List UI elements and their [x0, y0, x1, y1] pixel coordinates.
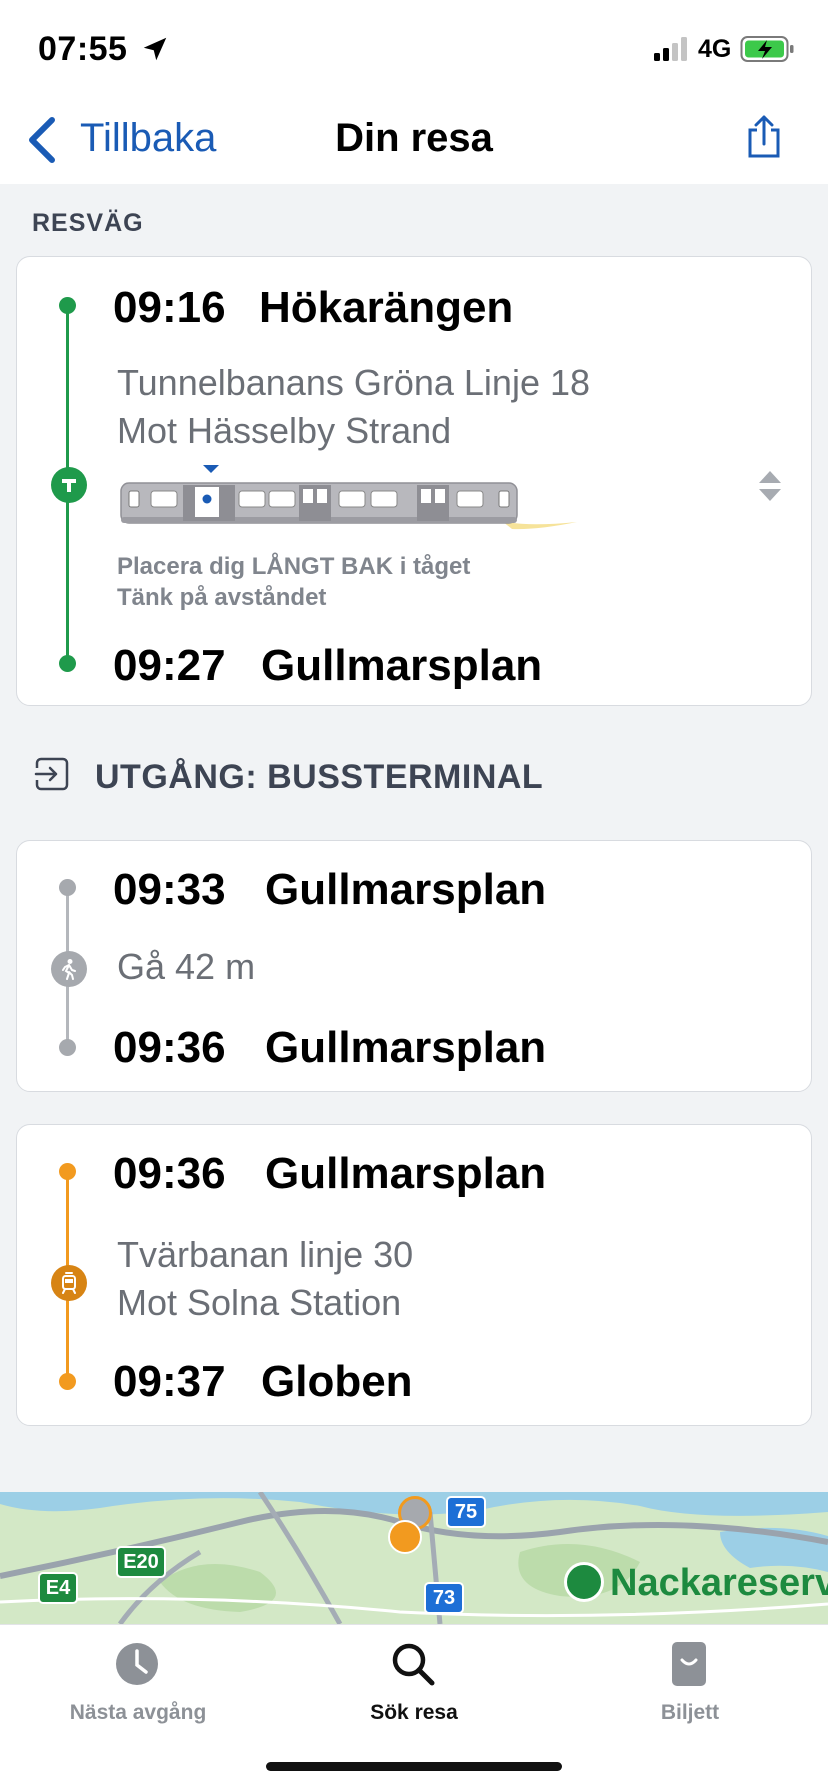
page-title: Din resa	[335, 116, 493, 160]
status-bar: 07:55 4G	[0, 0, 828, 100]
departure-dot	[59, 879, 76, 896]
arrival-station: Gullmarsplan	[261, 641, 543, 690]
map-tram-marker	[388, 1520, 422, 1554]
status-time: 07:55	[38, 30, 128, 68]
line-name: Tvärbanan linje 30	[117, 1234, 414, 1275]
share-icon[interactable]	[744, 114, 784, 160]
tab-label: Nästa avgång	[69, 1701, 207, 1724]
walk-distance: Gå 42 m	[117, 946, 256, 987]
arrival-dot	[59, 1373, 76, 1390]
expand-toggle-icon[interactable]	[757, 469, 783, 503]
arrival-time: 09:37	[113, 1357, 226, 1406]
exit-icon	[34, 757, 69, 791]
road-sign-73: 73	[424, 1582, 464, 1614]
home-indicator	[266, 1762, 562, 1771]
boarding-hint: Placera dig LÅNGT BAK i tåget	[117, 553, 471, 580]
signal-icon	[654, 37, 687, 61]
highway-sign-e4: E4	[38, 1572, 78, 1604]
departure-time: 09:33	[113, 865, 226, 914]
tab-next-departure[interactable]: Nästa avgång	[0, 1625, 276, 1735]
line-name: Tunnelbanans Gröna Linje 18	[117, 362, 591, 403]
tab-label: Sök resa	[370, 1701, 458, 1724]
search-icon	[392, 1643, 435, 1686]
leg-card-tram[interactable]: 09:36 Gullmarsplan Tvärbanan linje 30 Mo…	[16, 1124, 812, 1426]
train-position-diagram	[120, 465, 577, 530]
network-label: 4G	[698, 35, 732, 63]
map-place-label: Nackareserv	[610, 1562, 828, 1604]
departure-station: Gullmarsplan	[265, 865, 547, 914]
departure-station: Hökarängen	[259, 283, 514, 332]
leg-card-walk[interactable]: 09:33 Gullmarsplan Gå 42 m 09:36 Gullmar…	[16, 840, 812, 1092]
ticket-icon	[672, 1642, 706, 1686]
arrival-time: 09:27	[113, 641, 226, 690]
arrival-dot	[59, 1039, 76, 1056]
tree-icon	[564, 1562, 604, 1602]
location-arrow-icon	[143, 37, 167, 61]
road-sign-75: 75	[446, 1496, 486, 1528]
departure-time: 09:16	[113, 283, 226, 332]
arrival-time: 09:36	[113, 1023, 226, 1072]
arrival-dot	[59, 655, 76, 672]
departure-dot	[59, 1163, 76, 1180]
direction: Mot Hässelby Strand	[117, 410, 452, 451]
map-preview[interactable]: E20 E4 75 73 Nackareserv	[0, 1492, 828, 1624]
tab-search-trip[interactable]: Sök resa	[276, 1625, 552, 1735]
tab-label: Biljett	[660, 1701, 720, 1724]
leg-card-metro[interactable]: 09:16 Hökarängen Tunnelbanans Gröna Linj…	[16, 256, 812, 706]
clock-icon	[116, 1643, 158, 1685]
nav-bar: Tillbaka Din resa	[0, 100, 828, 184]
walk-icon	[51, 951, 87, 987]
departure-dot	[59, 297, 76, 314]
exit-label: UTGÅNG: BUSSTERMINAL	[95, 758, 544, 796]
arrival-station: Gullmarsplan	[265, 1023, 547, 1072]
departure-station: Gullmarsplan	[265, 1149, 547, 1198]
section-label-route: RESVÄG	[32, 209, 144, 237]
highway-sign-e20: E20	[116, 1546, 166, 1578]
direction: Mot Solna Station	[117, 1282, 402, 1323]
arrival-station: Globen	[261, 1357, 413, 1406]
battery-charging-icon	[740, 36, 794, 62]
tram-icon	[51, 1265, 87, 1301]
metro-icon	[51, 467, 87, 503]
gap-warning: Tänk på avståndet	[117, 584, 327, 611]
tab-ticket[interactable]: Biljett	[552, 1625, 828, 1735]
departure-time: 09:36	[113, 1149, 226, 1198]
